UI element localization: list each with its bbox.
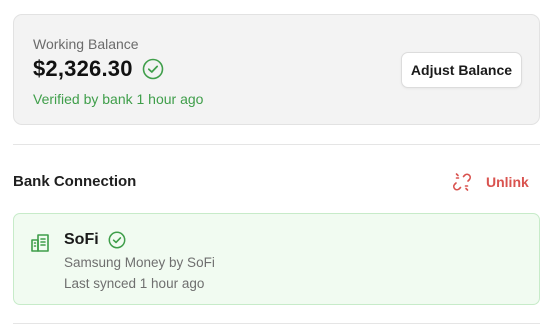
divider — [13, 144, 540, 145]
bank-building-icon — [31, 234, 49, 252]
balance-amount-row: $2,326.30 — [33, 56, 164, 82]
linked-bank-card: SoFi Samsung Money by SoFi Last synced 1… — [13, 213, 540, 305]
unlink-label: Unlink — [486, 174, 529, 190]
adjust-balance-button[interactable]: Adjust Balance — [401, 52, 522, 88]
working-balance-card: Working Balance $2,326.30 Verified by ba… — [13, 14, 540, 125]
working-balance-label: Working Balance — [33, 36, 139, 52]
unlink-button[interactable]: Unlink — [452, 170, 529, 194]
bank-name-row: SoFi — [64, 231, 126, 249]
check-circle-icon — [142, 58, 163, 80]
divider — [13, 323, 540, 324]
bank-account-subtitle: Samsung Money by SoFi — [64, 255, 215, 270]
bank-name: SoFi — [64, 231, 99, 248]
broken-link-icon — [453, 173, 471, 191]
verified-status-text: Verified by bank 1 hour ago — [33, 91, 204, 107]
last-synced-text: Last synced 1 hour ago — [64, 276, 205, 291]
bank-connection-title: Bank Connection — [13, 173, 137, 190]
check-circle-icon — [108, 231, 126, 249]
balance-amount: $2,326.30 — [33, 56, 133, 81]
